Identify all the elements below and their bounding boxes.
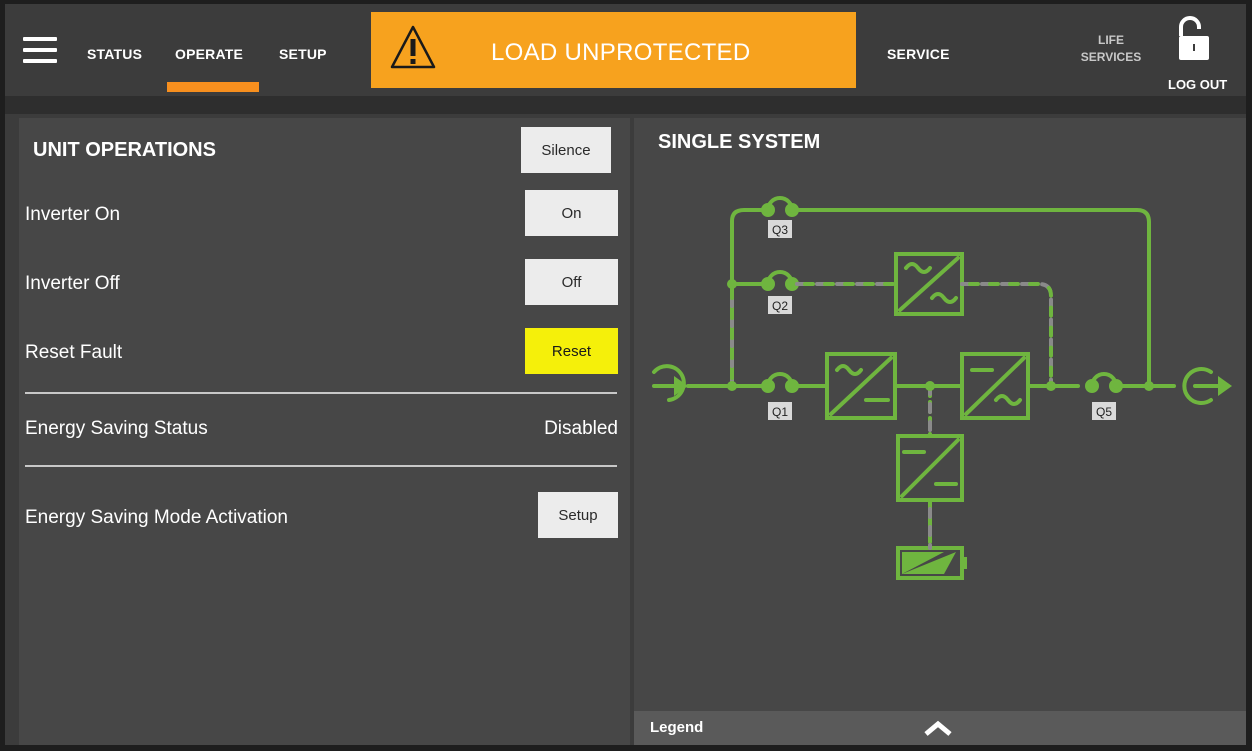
- divider: [25, 392, 617, 394]
- q1-breaker[interactable]: [761, 372, 799, 393]
- nav-operate[interactable]: OPERATE: [175, 46, 243, 62]
- inverter-on-label: Inverter On: [25, 204, 121, 225]
- unit-operations-panel: UNIT OPERATIONS Silence Inverter On On I…: [19, 118, 630, 745]
- nav-life-services[interactable]: LIFE SERVICES: [1071, 32, 1151, 66]
- static-bypass-icon: [894, 252, 964, 316]
- unlock-icon[interactable]: [1175, 16, 1211, 62]
- legend-label: Legend: [650, 719, 704, 736]
- legend-toggle[interactable]: Legend: [634, 711, 1246, 745]
- output-arrow-icon: [1182, 367, 1232, 405]
- life-services-line1: LIFE: [1098, 33, 1124, 47]
- junction-dot: [727, 381, 737, 391]
- reset-fault-label: Reset Fault: [25, 342, 123, 363]
- maintenance-bypass-line: [730, 208, 768, 388]
- reset-fault-button[interactable]: Reset: [525, 328, 618, 374]
- header-separator: [5, 96, 1246, 114]
- maintenance-bypass-line: [795, 208, 1151, 388]
- svg-text:Q3: Q3: [772, 223, 788, 237]
- inverter-icon: [960, 352, 1030, 420]
- svg-text:Q5: Q5: [1096, 405, 1112, 419]
- inverter-off-label: Inverter Off: [25, 273, 120, 294]
- nav-service[interactable]: SERVICE: [887, 46, 950, 62]
- energy-saving-mode-label: Energy Saving Mode Activation: [25, 507, 288, 528]
- input-arrow-icon: [652, 364, 688, 402]
- nav-setup[interactable]: SETUP: [279, 46, 327, 62]
- energy-saving-status-value: Disabled: [544, 418, 618, 439]
- q3-breaker[interactable]: [761, 196, 799, 217]
- q2-label: Q2: [768, 296, 792, 314]
- svg-text:Q2: Q2: [772, 299, 788, 313]
- q5-breaker[interactable]: [1085, 372, 1123, 393]
- inverter-off-button[interactable]: Off: [525, 259, 618, 305]
- q2-breaker[interactable]: [761, 270, 799, 291]
- dc-converter-icon: [896, 434, 964, 502]
- junction-dot: [925, 381, 935, 391]
- junction-dot: [1144, 381, 1154, 391]
- menu-icon[interactable]: [23, 37, 57, 63]
- single-system-panel: SINGLE SYSTEM Q3 Q2 Q1 Q5 Legend: [634, 118, 1246, 745]
- chevron-up-icon[interactable]: [922, 718, 954, 738]
- junction-dot: [727, 279, 737, 289]
- ups-screen: STATUS OPERATE SETUP LOAD UNPROTECTED SE…: [5, 4, 1246, 745]
- top-bar: STATUS OPERATE SETUP LOAD UNPROTECTED SE…: [5, 4, 1246, 96]
- q3-label: Q3: [768, 220, 792, 238]
- nav-status[interactable]: STATUS: [87, 46, 142, 62]
- battery-icon: [896, 546, 967, 580]
- alarm-text: LOAD UNPROTECTED: [491, 39, 751, 66]
- life-services-line2: SERVICES: [1080, 50, 1142, 64]
- q5-label: Q5: [1092, 402, 1116, 420]
- warning-icon: [390, 25, 436, 69]
- silence-button[interactable]: Silence: [521, 127, 611, 173]
- alarm-banner[interactable]: LOAD UNPROTECTED: [371, 12, 856, 88]
- logout-button[interactable]: LOG OUT: [1168, 77, 1227, 92]
- unit-operations-title: UNIT OPERATIONS: [33, 139, 216, 161]
- active-tab-indicator: [167, 82, 259, 92]
- rectifier-icon: [825, 352, 897, 420]
- svg-text:Q1: Q1: [772, 405, 788, 419]
- junction-dot: [1046, 381, 1056, 391]
- inverter-on-button[interactable]: On: [525, 190, 618, 236]
- one-line-diagram: Q3 Q2 Q1 Q5: [652, 196, 1232, 580]
- energy-saving-status-label: Energy Saving Status: [25, 418, 208, 439]
- energy-saving-setup-button[interactable]: Setup: [538, 492, 618, 538]
- q1-label: Q1: [768, 402, 792, 420]
- divider: [25, 465, 617, 467]
